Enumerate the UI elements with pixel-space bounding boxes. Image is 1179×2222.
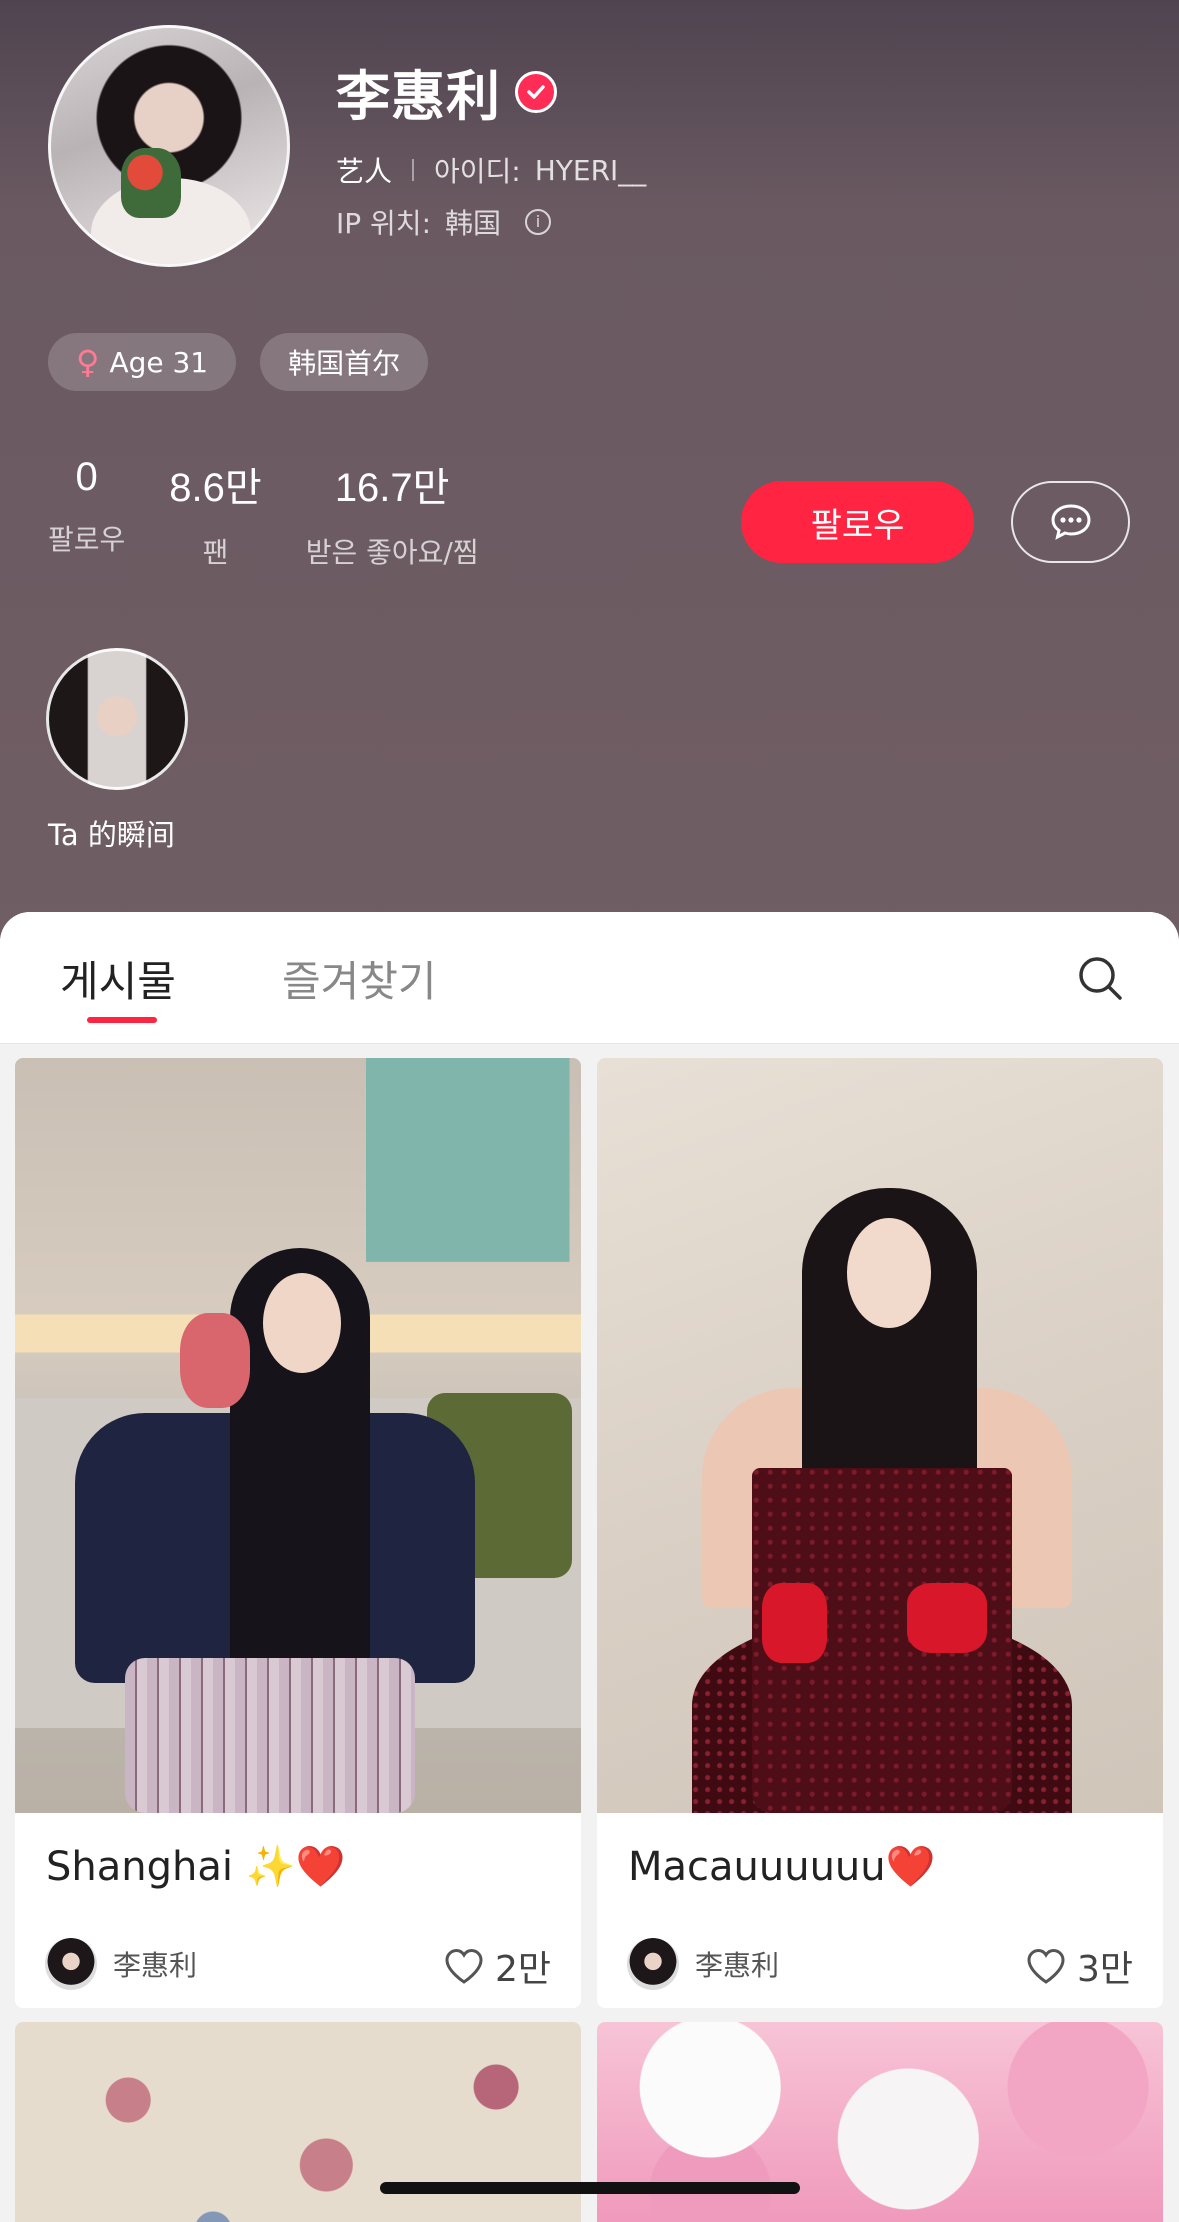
id-label: 아이디: bbox=[434, 155, 521, 188]
info-icon[interactable]: i bbox=[525, 209, 552, 235]
post-image[interactable] bbox=[15, 1058, 581, 1813]
divider bbox=[412, 159, 415, 181]
likes-count: 3만 bbox=[1076, 1949, 1133, 1990]
moment-thumbnail[interactable] bbox=[46, 648, 188, 790]
following-count: 0 bbox=[75, 455, 98, 499]
post-image[interactable] bbox=[597, 1058, 1163, 1813]
home-indicator bbox=[380, 2182, 800, 2194]
post-title[interactable]: Macauuuuuu❤️ bbox=[628, 1843, 935, 1890]
info-row: 艺人 아이디: HYERI__ bbox=[336, 150, 646, 190]
role-text: 艺人 bbox=[336, 155, 393, 188]
post-likes[interactable]: 3만 bbox=[1025, 1940, 1133, 1992]
profile-name: 李惠利 bbox=[336, 65, 501, 128]
age-tag: ♀ Age 31 bbox=[48, 333, 237, 391]
follow-button[interactable]: 팔로우 bbox=[741, 481, 974, 563]
post-title[interactable]: Shanghai ✨❤️ bbox=[46, 1843, 345, 1890]
moment-label[interactable]: Ta 的瞬间 bbox=[48, 812, 175, 854]
stat-fans[interactable]: 8.6만 팬 bbox=[169, 455, 261, 571]
location-text: 韩国首尔 bbox=[288, 347, 401, 380]
heart-emoji: ❤️ bbox=[295, 1844, 346, 1890]
likes-label: 받은 좋아요/찜 bbox=[305, 536, 479, 569]
post-author[interactable]: 李惠利 bbox=[45, 1938, 197, 1990]
profile-stats: 0 팔로우 8.6만 팬 16.7만 받은 좋아요/찜 bbox=[48, 455, 479, 571]
author-avatar bbox=[627, 1938, 679, 1990]
post-card[interactable]: Macauuuuuu❤️ 李惠利 3만 bbox=[597, 1058, 1163, 2008]
post-likes[interactable]: 2만 bbox=[443, 1940, 551, 1992]
content-sheet: 게시물 즐겨찾기 Shanghai ✨❤️ 李惠利 2만 Macauuuuuu❤… bbox=[0, 912, 1179, 2222]
active-tab-indicator bbox=[87, 1017, 157, 1023]
location-tag: 韩国首尔 bbox=[260, 333, 429, 391]
stat-following[interactable]: 0 팔로우 bbox=[48, 455, 125, 571]
heart-emoji: ❤️ bbox=[885, 1844, 936, 1890]
profile-tags: ♀ Age 31 韩国首尔 bbox=[48, 333, 429, 391]
ip-value: 韩国 bbox=[445, 207, 502, 240]
sparkles-emoji: ✨ bbox=[245, 1844, 296, 1890]
post-title-text: Shanghai bbox=[46, 1844, 246, 1890]
female-icon: ♀ bbox=[76, 343, 100, 381]
id-value: HYERI__ bbox=[534, 153, 647, 187]
post-author[interactable]: 李惠利 bbox=[627, 1938, 779, 1990]
tab-favorites[interactable]: 즐겨찾기 bbox=[282, 948, 437, 1009]
heart-icon bbox=[1027, 1948, 1065, 1984]
verified-icon bbox=[515, 70, 557, 113]
fans-label: 팬 bbox=[202, 536, 229, 569]
ip-row: IP 위치: 韩国 i bbox=[336, 202, 552, 242]
likes-count: 16.7만 bbox=[334, 466, 450, 510]
heart-icon bbox=[445, 1948, 483, 1984]
author-avatar bbox=[45, 1938, 97, 1990]
name-row: 李惠利 bbox=[336, 52, 557, 131]
message-button[interactable] bbox=[1011, 481, 1130, 563]
age-text: Age 31 bbox=[109, 345, 209, 379]
post-title-text: Macauuuuuu bbox=[628, 1844, 886, 1890]
post-card[interactable]: Shanghai ✨❤️ 李惠利 2만 bbox=[15, 1058, 581, 2008]
tab-bar: 게시물 즐겨찾기 bbox=[0, 912, 1179, 1044]
likes-count: 2만 bbox=[494, 1949, 551, 1990]
ip-label: IP 위치: bbox=[336, 207, 431, 240]
following-label: 팔로우 bbox=[48, 523, 126, 556]
author-name: 李惠利 bbox=[113, 1949, 198, 1982]
search-icon[interactable] bbox=[1074, 952, 1126, 1004]
profile-avatar[interactable] bbox=[48, 25, 290, 267]
tab-posts[interactable]: 게시물 bbox=[60, 948, 176, 1009]
author-name: 李惠利 bbox=[695, 1949, 780, 1982]
stat-likes[interactable]: 16.7만 받은 좋아요/찜 bbox=[306, 455, 479, 571]
profile-header: 李惠利 艺人 아이디: HYERI__ IP 위치: 韩国 i ♀ Age 31… bbox=[0, 0, 1179, 960]
chat-icon bbox=[1050, 504, 1091, 540]
fans-count: 8.6만 bbox=[169, 466, 262, 510]
